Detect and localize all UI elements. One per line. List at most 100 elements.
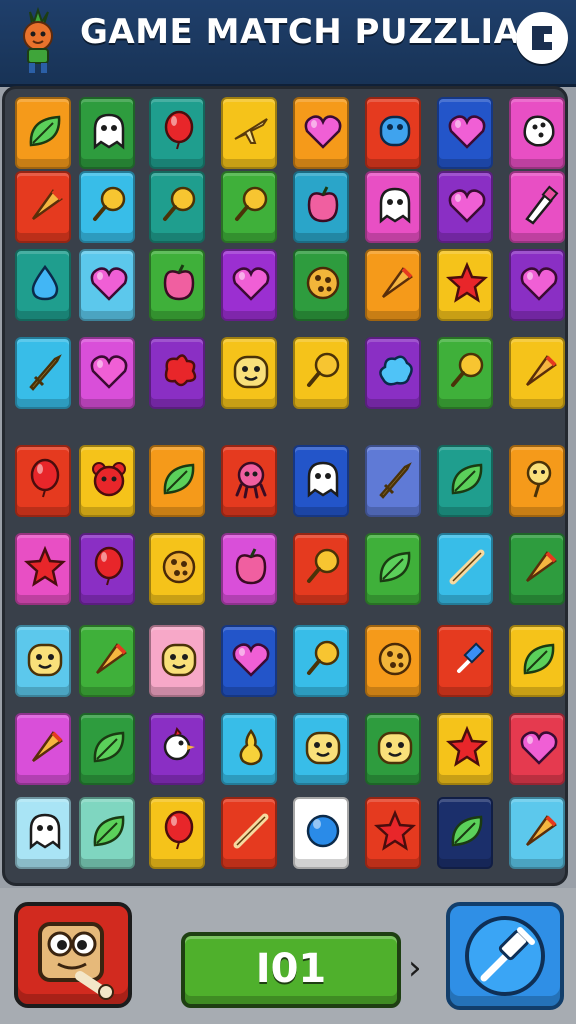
game-tile[interactable] [149, 445, 205, 517]
lollipop-icon [307, 640, 340, 675]
game-tile[interactable] [15, 533, 71, 605]
balloon-icon [30, 458, 60, 498]
game-tile[interactable] [293, 713, 349, 785]
game-tile[interactable] [437, 249, 493, 321]
game-tile[interactable] [509, 533, 565, 605]
game-tile[interactable] [293, 249, 349, 321]
exit-button[interactable] [516, 12, 568, 64]
game-tile[interactable] [15, 797, 71, 869]
game-tile[interactable] [293, 797, 349, 869]
cloud-icon [379, 355, 413, 386]
game-tile[interactable] [79, 249, 135, 321]
game-tile[interactable] [221, 97, 277, 169]
game-tile[interactable] [15, 625, 71, 697]
exit-door-icon [532, 26, 552, 50]
heart-icon [232, 267, 270, 301]
pin-icon [457, 642, 485, 673]
game-tile[interactable] [365, 625, 421, 697]
game-tile[interactable] [437, 97, 493, 169]
game-tile[interactable] [79, 713, 135, 785]
game-tile[interactable] [293, 445, 349, 517]
leaf-icon [163, 463, 195, 495]
balloon-icon [164, 810, 194, 850]
game-tile[interactable] [293, 625, 349, 697]
game-tile[interactable] [365, 249, 421, 321]
game-tile[interactable] [15, 97, 71, 169]
ghost-icon [29, 813, 61, 850]
game-tile[interactable] [221, 445, 277, 517]
game-tile[interactable] [15, 249, 71, 321]
game-tile[interactable] [221, 713, 277, 785]
game-tile[interactable] [15, 445, 71, 517]
game-tile[interactable] [509, 337, 565, 409]
game-tile[interactable] [437, 797, 493, 869]
game-tile[interactable] [221, 171, 277, 243]
chevron-right-icon[interactable]: › [408, 948, 422, 988]
heart-icon [90, 267, 128, 301]
game-tile[interactable] [437, 445, 493, 517]
game-tile[interactable] [149, 171, 205, 243]
plane-icon [234, 118, 268, 144]
game-tile[interactable] [365, 713, 421, 785]
game-tile[interactable] [15, 337, 71, 409]
game-tile[interactable] [149, 797, 205, 869]
game-tile[interactable] [221, 533, 277, 605]
game-tile[interactable] [293, 97, 349, 169]
pin-tool-icon [465, 916, 545, 996]
game-tile[interactable] [437, 337, 493, 409]
game-tile[interactable] [293, 337, 349, 409]
game-tile[interactable] [79, 445, 135, 517]
game-tile[interactable] [293, 533, 349, 605]
octopus-icon [235, 461, 267, 499]
game-tile[interactable] [221, 625, 277, 697]
ghost-icon [307, 461, 339, 498]
game-tile[interactable] [437, 533, 493, 605]
leaf-icon [523, 643, 555, 675]
tool-button[interactable] [446, 902, 564, 1010]
game-tile[interactable] [79, 533, 135, 605]
star-icon [373, 809, 417, 851]
game-tile[interactable] [437, 171, 493, 243]
game-tile[interactable] [437, 625, 493, 697]
game-tile[interactable] [509, 171, 565, 243]
game-tile[interactable] [365, 797, 421, 869]
cone-icon [381, 267, 413, 299]
game-tile[interactable] [437, 713, 493, 785]
game-tile[interactable] [79, 797, 135, 869]
game-tile[interactable] [365, 533, 421, 605]
apple-icon [235, 548, 267, 585]
hint-button[interactable] [14, 902, 132, 1008]
game-tile[interactable] [79, 625, 135, 697]
game-tile[interactable] [221, 797, 277, 869]
game-tile[interactable] [221, 249, 277, 321]
lollipop-icon [451, 352, 484, 387]
game-tile[interactable] [509, 249, 565, 321]
heart-icon [232, 643, 270, 677]
game-tile[interactable] [149, 337, 205, 409]
game-tile[interactable] [293, 171, 349, 243]
sword-icon [29, 354, 62, 391]
game-tile[interactable] [149, 533, 205, 605]
game-tile[interactable] [509, 797, 565, 869]
game-tile[interactable] [79, 171, 135, 243]
top-bar: GAME MATCH PUZZLIA [0, 0, 576, 87]
game-tile[interactable] [15, 171, 71, 243]
game-tile[interactable] [365, 171, 421, 243]
game-tile[interactable] [365, 445, 421, 517]
game-tile[interactable] [509, 97, 565, 169]
game-tile[interactable] [365, 337, 421, 409]
game-tile[interactable] [15, 713, 71, 785]
game-tile[interactable] [509, 713, 565, 785]
cone-icon [525, 815, 557, 847]
game-tile[interactable] [221, 337, 277, 409]
game-tile[interactable] [365, 97, 421, 169]
game-tile[interactable] [149, 249, 205, 321]
game-tile[interactable] [509, 625, 565, 697]
game-tile[interactable] [79, 337, 135, 409]
game-tile[interactable] [79, 97, 135, 169]
game-tile[interactable] [149, 625, 205, 697]
game-tile[interactable] [149, 97, 205, 169]
game-tile[interactable] [509, 445, 565, 517]
star-icon [445, 261, 489, 303]
game-tile[interactable] [149, 713, 205, 785]
